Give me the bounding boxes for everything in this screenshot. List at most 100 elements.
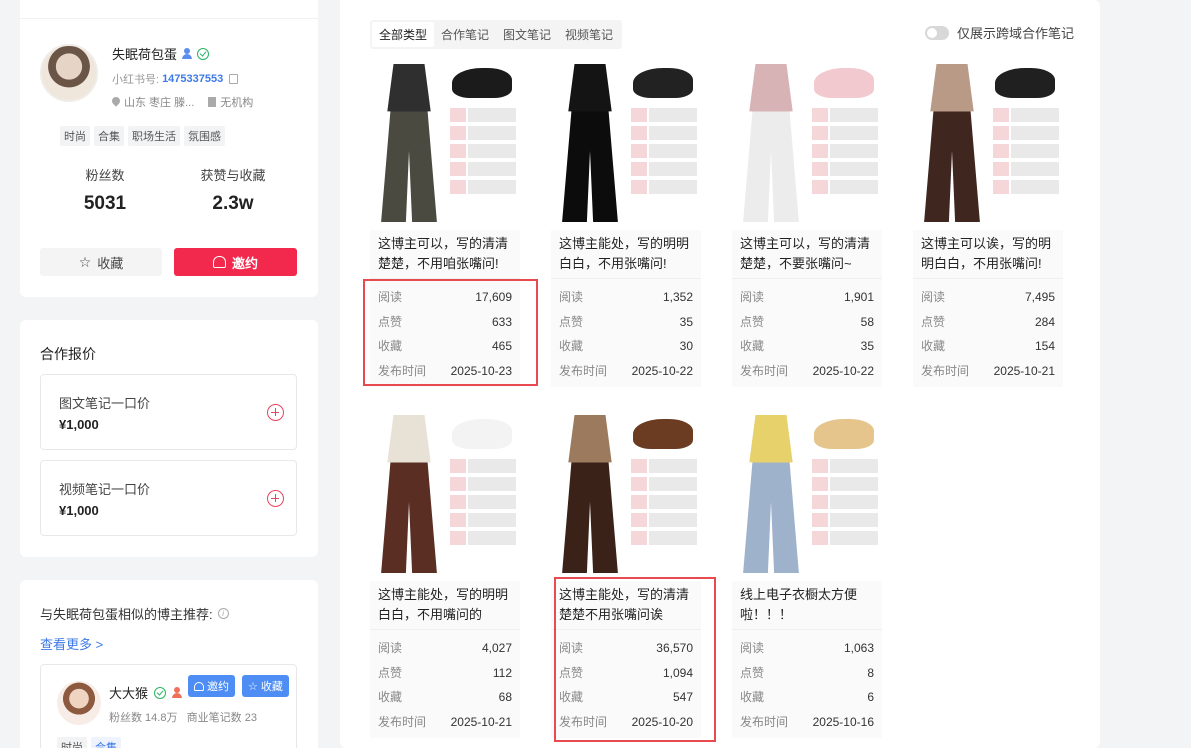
stat-label: 发布时间 (559, 363, 608, 378)
outfit-image (381, 64, 437, 222)
accessory-image (633, 68, 693, 98)
tab-all[interactable]: 全部类型 (372, 22, 435, 47)
note-thumbnail[interactable] (732, 415, 882, 573)
stat-like: 点赞 112 (378, 661, 512, 686)
blogger-stats: 粉丝数 14.8万 商业笔记数 23 (109, 709, 257, 725)
note-thumbnail[interactable] (370, 415, 520, 573)
favorite-button[interactable]: ☆ 收藏 (40, 248, 162, 276)
stat-like: 点赞 58 (740, 310, 874, 335)
stat-value: 58 (860, 314, 874, 329)
note-card[interactable]: 这博主可以诶，写的明明白白，不用张嘴问! 阅读 7,495 点赞 284 收藏 154… (913, 64, 1063, 387)
stat-like: 点赞 8 (740, 661, 874, 686)
stat-value: 154 (1034, 339, 1055, 353)
info-icon[interactable]: i (217, 608, 229, 619)
handshake-icon (194, 681, 204, 691)
person-icon (182, 48, 193, 59)
stat-value: 1,901 (843, 290, 874, 304)
product-list-image (450, 108, 516, 220)
stat-label: 收藏 (921, 339, 946, 353)
add-icon[interactable] (267, 404, 284, 421)
building-icon (208, 97, 217, 107)
similar-bloggers-card: 与失眠荷包蛋相似的博主推荐: i 查看更多 > 大大猴 粉丝数 14.8万 商业… (20, 580, 318, 748)
stat-read: 阅读 7,495 (921, 285, 1055, 310)
stat-label: 点赞 (740, 314, 765, 329)
tab-video-note[interactable]: 视频笔记 (558, 22, 620, 47)
note-thumbnail[interactable] (551, 64, 701, 222)
redbook-id-row: 小红书号: 1475337553 (112, 71, 239, 87)
price-label: 图文笔记一口价 (59, 396, 151, 411)
stat-date: 发布时间 2025-10-21 (921, 359, 1055, 384)
stat-read: 阅读 1,063 (740, 636, 874, 661)
invite-button[interactable]: 邀约 (174, 248, 297, 276)
highlight-box (363, 279, 538, 386)
note-title[interactable]: 这博主能处，写的明明白白，不用张嘴问! (551, 230, 701, 278)
stat-fav: 收藏 68 (378, 685, 512, 710)
similar-blogger-item[interactable]: 大大猴 粉丝数 14.8万 商业笔记数 23 邀约 ☆ 收藏 时尚 合集 (40, 664, 297, 748)
add-icon[interactable] (267, 490, 284, 507)
note-thumbnail[interactable] (732, 64, 882, 222)
note-stats: 阅读 7,495 点赞 284 收藏 154 发布时间 2025-10-21 (913, 278, 1063, 387)
note-title[interactable]: 这博主可以诶，写的明明白白，不用张嘴问! (913, 230, 1063, 278)
avatar[interactable] (40, 44, 98, 102)
note-card[interactable]: 这博主能处，写的明明白白，不用张嘴问! 阅读 1,352 点赞 35 收藏 30 发布… (551, 64, 701, 387)
blogger-tags: 时尚 合集 (57, 737, 121, 748)
stat-label: 收藏 (378, 690, 403, 704)
note-stats: 阅读 1,901 点赞 58 收藏 35 发布时间 2025-10-22 (732, 278, 882, 387)
product-list-image (631, 108, 697, 220)
stat-label: 点赞 (378, 665, 403, 680)
stat-value: 68 (498, 690, 512, 704)
see-more-link[interactable]: 查看更多 > (40, 634, 103, 653)
note-card[interactable]: 这博主可以，写的清清楚楚，不要张嘴问~ 阅读 1,901 点赞 58 收藏 35 发布… (732, 64, 882, 387)
blogger-favorite-button[interactable]: ☆ 收藏 (242, 675, 289, 697)
tag: 氛围感 (184, 126, 225, 146)
stat-read: 阅读 4,027 (378, 636, 512, 661)
avatar[interactable] (57, 681, 101, 725)
stat-label: 点赞 (921, 314, 946, 329)
blogger-favorite-label: 收藏 (260, 681, 283, 693)
location-text: 山东 枣庄 滕... (124, 97, 195, 109)
accessory-image (995, 68, 1055, 98)
stat-label: 发布时间 (740, 714, 789, 729)
outfit-image (562, 64, 618, 222)
tab-image-note[interactable]: 图文笔记 (496, 22, 558, 47)
cross-domain-toggle[interactable] (925, 25, 949, 40)
stat-date: 发布时间 2025-10-22 (740, 359, 874, 384)
likes-value: 2.3w (212, 193, 254, 214)
tag: 合集 (94, 126, 124, 146)
price-item-video-note: 视频笔记一口价 ¥1,000 (40, 460, 297, 536)
stat-value: 1,063 (843, 641, 874, 655)
note-title[interactable]: 这博主可以，写的清清楚楚，不用咱张嘴问! (370, 230, 520, 278)
stat-fav: 收藏 30 (559, 334, 693, 359)
note-thumbnail[interactable] (913, 64, 1063, 222)
stat-label: 收藏 (559, 339, 584, 353)
stat-fav: 收藏 6 (740, 685, 874, 710)
stat-value: 35 (679, 314, 693, 329)
blogger-invite-label: 邀约 (207, 681, 229, 693)
pricing-card: 合作报价 图文笔记一口价 ¥1,000 视频笔记一口价 ¥1,000 (20, 320, 318, 557)
location-pin-icon (112, 97, 120, 107)
note-card[interactable]: 线上电子衣橱太方便啦！！！ 阅读 1,063 点赞 8 收藏 6 发布时间 2025-1… (732, 415, 882, 738)
note-type-tabs: 全部类型 合作笔记 图文笔记 视频笔记 (370, 20, 623, 49)
stat-fav: 收藏 154 (921, 334, 1055, 359)
note-thumbnail[interactable] (370, 64, 520, 222)
blogger-invite-button[interactable]: 邀约 (188, 675, 235, 697)
note-card[interactable]: 这博主能处，写的明明白白，不用嘴问的 阅读 4,027 点赞 112 收藏 68 发布… (370, 415, 520, 738)
copy-icon[interactable] (229, 74, 239, 84)
tab-cooperation[interactable]: 合作笔记 (434, 22, 496, 47)
profile-card: 失眠荷包蛋 小红书号: 1475337553 山东 枣庄 滕... 无机构 时尚… (20, 0, 318, 297)
blogger-name-row: 大大猴 (109, 683, 183, 702)
notes-panel: 全部类型 合作笔记 图文笔记 视频笔记 仅展示跨域合作笔记 这博主可以，写的清清… (340, 0, 1100, 748)
price-value: ¥1,000 (59, 417, 99, 432)
blogger-followers: 粉丝数 14.8万 (109, 712, 178, 724)
note-title[interactable]: 线上电子衣橱太方便啦！！！ (732, 581, 882, 629)
profile-tags: 时尚 合集 职场生活 氛围感 (60, 126, 225, 146)
stat-value: 4,027 (481, 641, 512, 655)
star-icon: ☆ (248, 680, 258, 693)
price-label: 视频笔记一口价 (59, 482, 151, 497)
note-title[interactable]: 这博主可以，写的清清楚楚，不要张嘴问~ (732, 230, 882, 278)
price-item-image-note: 图文笔记一口价 ¥1,000 (40, 374, 297, 450)
accessory-image (814, 68, 874, 98)
note-thumbnail[interactable] (551, 415, 701, 573)
note-title[interactable]: 这博主能处，写的明明白白，不用嘴问的 (370, 581, 520, 629)
stat-label: 发布时间 (921, 363, 970, 378)
